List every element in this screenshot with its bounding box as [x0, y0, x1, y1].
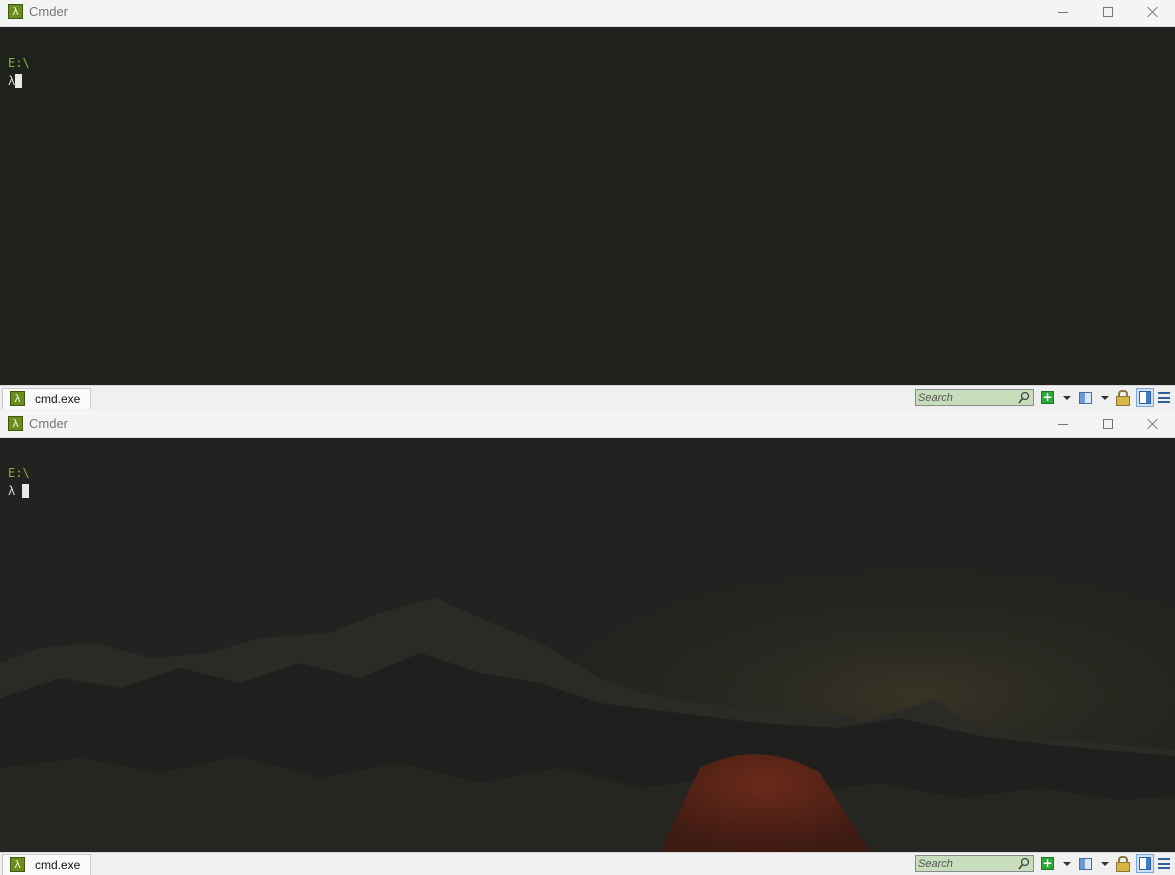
close-button[interactable]: [1130, 412, 1175, 436]
prompt-line[interactable]: λ: [8, 73, 23, 89]
search-input[interactable]: [917, 856, 1019, 871]
cmder-window-top: λ Cmder E:\ λ λ cmd.exe +: [0, 0, 1175, 410]
new-console-icon: +: [1041, 856, 1054, 870]
view-toggle-icon: [1139, 391, 1151, 404]
view-toggle-icon: [1139, 857, 1151, 870]
cmder-lambda-icon: λ: [8, 4, 23, 19]
dropdown-arrow-icon: [1101, 862, 1109, 866]
prompt-symbol: λ: [8, 74, 16, 88]
text-cursor: [22, 484, 30, 498]
maximize-button[interactable]: [1085, 412, 1130, 436]
window-title: Cmder: [29, 4, 69, 19]
new-console-button[interactable]: +: [1041, 855, 1055, 872]
cmder-lambda-icon: λ: [10, 857, 25, 872]
minimize-icon: [1057, 423, 1068, 425]
lock-icon: [1116, 855, 1130, 872]
menu-icon: [1158, 392, 1170, 403]
menu-button[interactable]: [1158, 389, 1172, 406]
split-view-button[interactable]: [1079, 389, 1093, 406]
lock-button[interactable]: [1116, 389, 1130, 406]
split-view-dropdown[interactable]: [1099, 389, 1109, 406]
maximize-icon: [1102, 7, 1113, 17]
search-input[interactable]: [917, 390, 1019, 405]
view-toggle-button[interactable]: [1136, 388, 1154, 407]
text-cursor: [15, 74, 23, 88]
prompt-symbol: λ: [8, 484, 23, 498]
dropdown-arrow-icon: [1063, 396, 1071, 400]
menu-icon: [1158, 858, 1170, 869]
console-area[interactable]: E:\ λ: [0, 27, 1175, 385]
tab-bar: λ cmd.exe +: [0, 385, 1175, 410]
title-bar[interactable]: λ Cmder: [0, 410, 1175, 438]
tab-label: cmd.exe: [35, 858, 81, 872]
split-view-button[interactable]: [1079, 855, 1093, 872]
prompt-line[interactable]: λ: [8, 483, 30, 499]
current-path: E:\: [8, 56, 30, 70]
current-path: E:\: [8, 466, 30, 480]
tab-bar: λ cmd.exe +: [0, 852, 1175, 875]
cmder-lambda-icon: λ: [10, 391, 25, 406]
lock-icon: [1116, 389, 1130, 406]
window-title: Cmder: [29, 416, 69, 431]
minimize-button[interactable]: [1040, 412, 1085, 436]
tab-cmd[interactable]: λ cmd.exe: [2, 854, 91, 875]
new-console-dropdown[interactable]: [1061, 855, 1071, 872]
cmder-lambda-icon: λ: [8, 416, 23, 431]
minimize-button[interactable]: [1040, 0, 1085, 24]
dropdown-arrow-icon: [1063, 862, 1071, 866]
close-button[interactable]: [1130, 0, 1175, 24]
split-view-icon: [1079, 858, 1092, 870]
maximize-button[interactable]: [1085, 0, 1130, 24]
search-box[interactable]: [915, 855, 1034, 872]
title-bar[interactable]: λ Cmder: [0, 0, 1175, 27]
new-console-icon: +: [1041, 390, 1054, 404]
lock-button[interactable]: [1116, 855, 1130, 872]
search-icon[interactable]: [1018, 391, 1030, 404]
view-toggle-button[interactable]: [1136, 854, 1154, 873]
maximize-icon: [1102, 419, 1113, 429]
new-console-button[interactable]: +: [1041, 389, 1055, 406]
split-view-dropdown[interactable]: [1099, 855, 1109, 872]
close-icon: [1147, 418, 1159, 430]
minimize-icon: [1057, 11, 1068, 13]
background-mountain-image: [0, 438, 1175, 852]
menu-button[interactable]: [1158, 855, 1172, 872]
search-icon[interactable]: [1018, 857, 1030, 870]
close-icon: [1147, 6, 1159, 18]
tab-cmd[interactable]: λ cmd.exe: [2, 388, 91, 409]
search-box[interactable]: [915, 389, 1034, 406]
new-console-dropdown[interactable]: [1061, 389, 1071, 406]
console-area[interactable]: E:\ λ: [0, 438, 1175, 852]
cmder-window-bottom: λ Cmder E:\ λ λ cmd.exe Search +: [0, 410, 1175, 875]
tab-label: cmd.exe: [35, 392, 81, 406]
split-view-icon: [1079, 392, 1092, 404]
dropdown-arrow-icon: [1101, 396, 1109, 400]
